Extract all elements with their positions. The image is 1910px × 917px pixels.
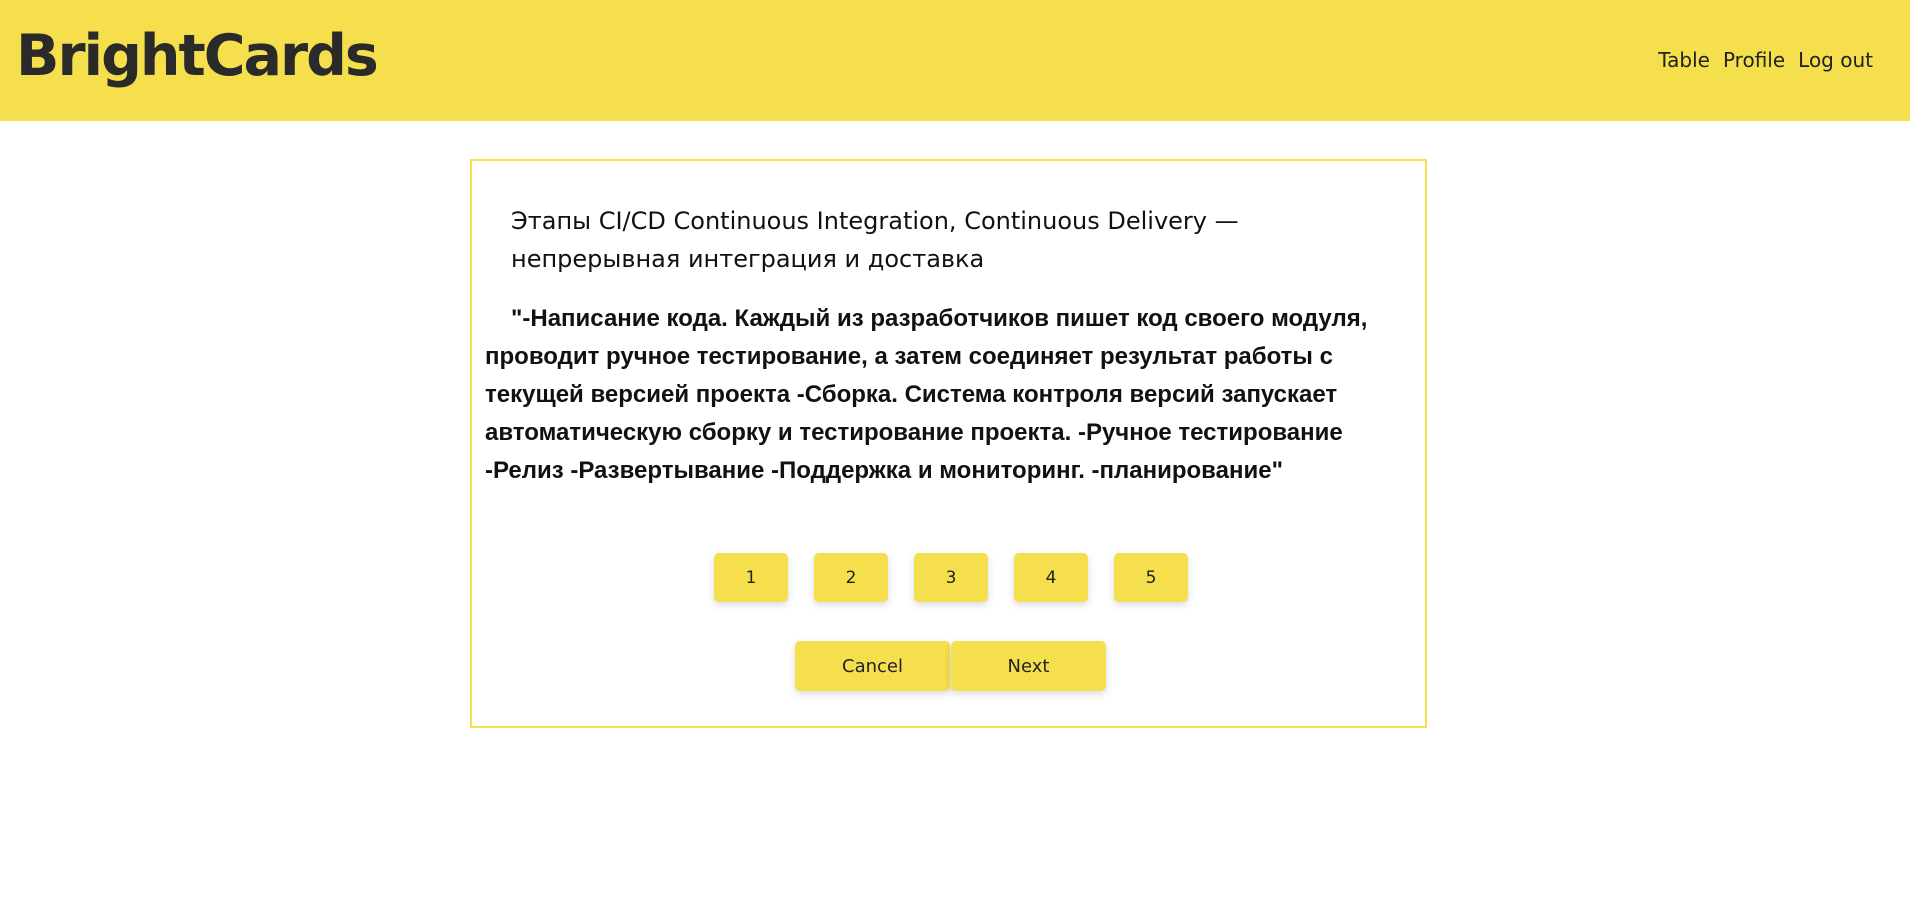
rating-buttons: 1 2 3 4 5 (714, 553, 1188, 602)
card-question: Этапы CI/CD Continuous Integration, Cont… (511, 207, 1239, 273)
rating-button-3[interactable]: 3 (914, 553, 988, 602)
rating-button-2[interactable]: 2 (814, 553, 888, 602)
logo[interactable]: BrightCards (16, 28, 379, 85)
rating-button-1[interactable]: 1 (714, 553, 788, 602)
main-nav: Table Profile Log out (1658, 48, 1873, 72)
flashcard: Этапы CI/CD Continuous Integration, Cont… (470, 159, 1427, 728)
next-button[interactable]: Next (951, 641, 1106, 691)
card-answer: "-Написание кода. Каждый из разработчико… (485, 305, 1368, 484)
top-bar: BrightCards Table Profile Log out (0, 0, 1910, 121)
nav-link-logout[interactable]: Log out (1798, 48, 1873, 72)
rating-button-4[interactable]: 4 (1014, 553, 1088, 602)
card-actions: Cancel Next (795, 641, 1106, 691)
nav-link-profile[interactable]: Profile (1723, 48, 1785, 72)
rating-button-5[interactable]: 5 (1114, 553, 1188, 602)
cancel-button[interactable]: Cancel (795, 641, 950, 691)
nav-link-table[interactable]: Table (1658, 48, 1710, 72)
